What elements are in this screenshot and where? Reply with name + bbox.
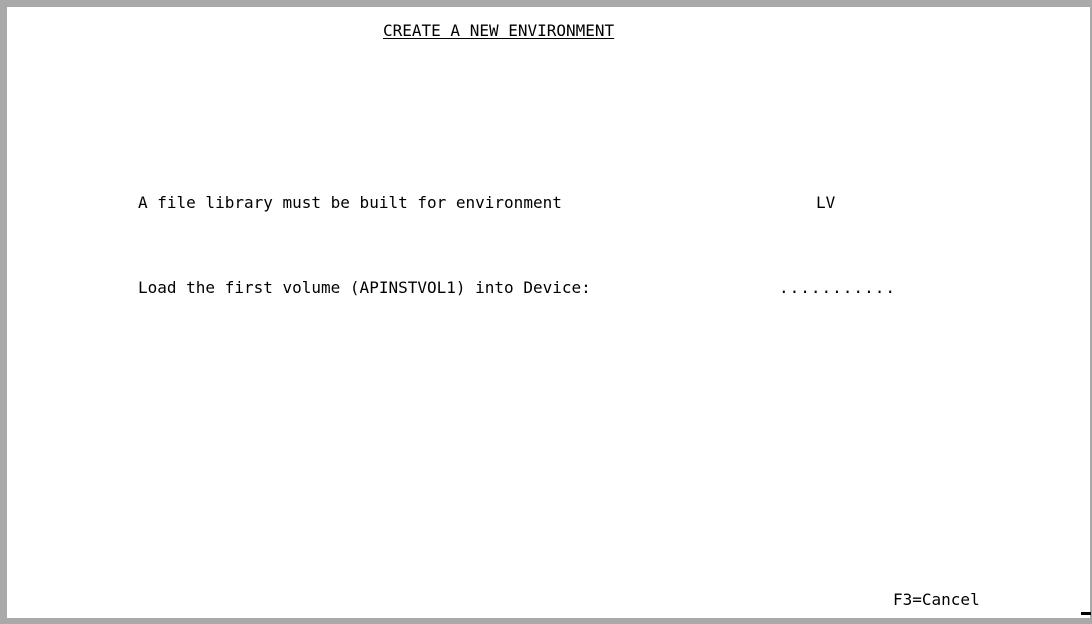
load-volume-prompt: Load the first volume (APINSTVOL1) into …	[138, 278, 591, 297]
library-build-message: A file library must be built for environ…	[138, 193, 562, 212]
cursor-indicator	[1081, 612, 1091, 615]
environment-code: LV	[816, 193, 836, 212]
device-input[interactable]: ...........	[779, 278, 927, 298]
page-title: CREATE A NEW ENVIRONMENT	[383, 21, 615, 40]
f3-cancel-key[interactable]: F3=Cancel	[893, 590, 980, 610]
terminal-screen: CREATE A NEW ENVIRONMENT A file library …	[0, 0, 1092, 624]
